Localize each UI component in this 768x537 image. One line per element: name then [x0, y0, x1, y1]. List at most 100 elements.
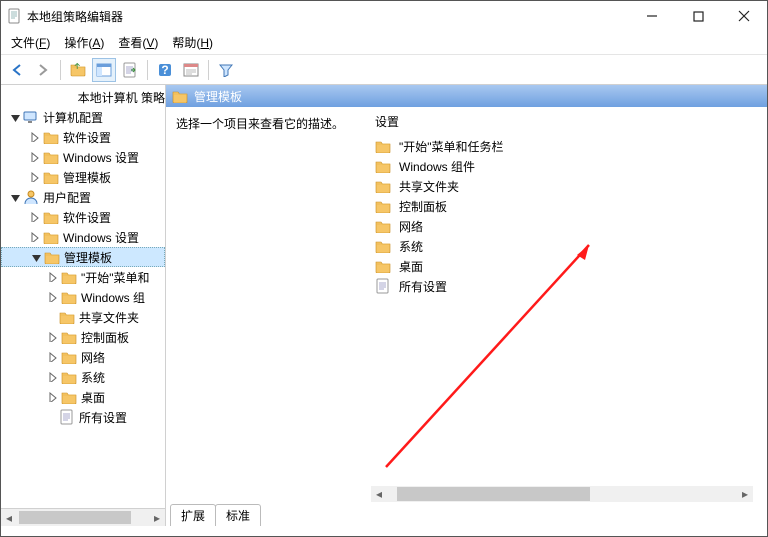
folder-icon [43, 130, 59, 144]
expand-icon[interactable] [9, 111, 21, 123]
tree-item[interactable]: "开始"菜单和 [1, 267, 165, 287]
folder-icon [375, 159, 391, 173]
tree-item[interactable]: Windows 组 [1, 287, 165, 307]
tree-pane: 本地计算机 策略 计算机配置 软件设置 Windows 设置 [1, 85, 166, 526]
list-pane: 设置 "开始"菜单和任务栏 Windows 组件 共享文件夹 控制面板 网络 系… [371, 107, 767, 504]
list-item[interactable]: 桌面 [375, 256, 763, 276]
expand-icon[interactable] [29, 151, 41, 163]
hint-text: 选择一个项目来查看它的描述。 [176, 117, 344, 131]
collapse-icon[interactable] [30, 251, 42, 263]
expand-icon[interactable] [47, 371, 59, 383]
list-item-system[interactable]: 系统 [375, 236, 763, 256]
expand-icon[interactable] [47, 271, 59, 283]
titlebar: 本地组策略编辑器 [1, 1, 767, 31]
folder-icon [43, 230, 59, 244]
expand-icon[interactable] [9, 191, 21, 203]
window: 本地组策略编辑器 文件(F) 操作(A) 查看(V) 帮助(H) ? 本 [0, 0, 768, 537]
expand-icon[interactable] [29, 131, 41, 143]
list-item[interactable]: 网络 [375, 216, 763, 236]
scroll-right-icon[interactable]: ▸ [737, 486, 753, 502]
forward-button[interactable] [31, 58, 55, 82]
back-button[interactable] [5, 58, 29, 82]
breadcrumb: 管理模板 [166, 85, 767, 107]
scroll-left-icon[interactable]: ◂ [371, 486, 387, 502]
tree-item[interactable]: 软件设置 [1, 207, 165, 227]
expand-icon[interactable] [47, 351, 59, 363]
tree-item[interactable]: 桌面 [1, 387, 165, 407]
folder-icon [375, 239, 391, 253]
description-pane: 选择一个项目来查看它的描述。 [166, 107, 371, 504]
tree-item[interactable]: 网络 [1, 347, 165, 367]
tabstrip: 扩展 标准 [166, 504, 767, 526]
help-button[interactable]: ? [153, 58, 177, 82]
svg-text:?: ? [161, 63, 168, 77]
folder-icon [43, 210, 59, 224]
column-header[interactable]: 设置 [375, 113, 763, 130]
tab-extended[interactable]: 扩展 [170, 504, 216, 526]
tree-scrollbar[interactable]: ◂ ▸ [1, 508, 165, 526]
list-item[interactable]: 控制面板 [375, 196, 763, 216]
toolbar: ? [1, 55, 767, 85]
filter-button[interactable] [214, 58, 238, 82]
folder-icon [61, 350, 77, 364]
folder-icon [172, 89, 188, 103]
menu-action[interactable]: 操作(A) [64, 34, 104, 51]
up-button[interactable] [66, 58, 90, 82]
list-scrollbar[interactable]: ◂ ▸ [371, 486, 753, 502]
expand-icon[interactable] [47, 291, 59, 303]
menubar: 文件(F) 操作(A) 查看(V) 帮助(H) [1, 31, 767, 55]
user-icon [23, 189, 39, 205]
page-icon [375, 278, 391, 294]
tree-item[interactable]: Windows 设置 [1, 227, 165, 247]
tree-item[interactable]: 控制面板 [1, 327, 165, 347]
tree-computer[interactable]: 计算机配置 [1, 107, 165, 127]
expand-icon[interactable] [47, 331, 59, 343]
tab-standard[interactable]: 标准 [215, 504, 261, 526]
tree-root[interactable]: 本地计算机 策略 [1, 87, 165, 107]
folder-icon [61, 270, 77, 284]
minimize-button[interactable] [629, 1, 675, 31]
tree-item[interactable]: 所有设置 [1, 407, 165, 427]
list-item[interactable]: 所有设置 [375, 276, 763, 296]
folder-icon [61, 390, 77, 404]
expand-icon[interactable] [29, 231, 41, 243]
tree-user[interactable]: 用户配置 [1, 187, 165, 207]
menu-file[interactable]: 文件(F) [11, 34, 50, 51]
scroll-right-icon[interactable]: ▸ [149, 509, 165, 526]
show-tree-button[interactable] [92, 58, 116, 82]
page-icon [59, 409, 75, 425]
folder-icon [61, 330, 77, 344]
close-button[interactable] [721, 1, 767, 31]
folder-icon [61, 370, 77, 384]
menu-view[interactable]: 查看(V) [118, 34, 158, 51]
folder-icon [375, 179, 391, 193]
list-item[interactable]: 共享文件夹 [375, 176, 763, 196]
list-item[interactable]: Windows 组件 [375, 156, 763, 176]
list-item[interactable]: "开始"菜单和任务栏 [375, 136, 763, 156]
window-title: 本地组策略编辑器 [27, 8, 629, 25]
breadcrumb-label: 管理模板 [194, 88, 242, 105]
statusbar [1, 526, 767, 536]
expand-icon[interactable] [29, 211, 41, 223]
right-pane: 管理模板 选择一个项目来查看它的描述。 设置 "开始"菜单和任务栏 Window… [166, 85, 767, 526]
detail: 选择一个项目来查看它的描述。 设置 "开始"菜单和任务栏 Windows 组件 … [166, 107, 767, 504]
menu-help[interactable]: 帮助(H) [172, 34, 213, 51]
body: 本地计算机 策略 计算机配置 软件设置 Windows 设置 [1, 85, 767, 526]
folder-icon [61, 290, 77, 304]
folder-icon [44, 250, 60, 264]
folder-icon [43, 150, 59, 164]
tree-item[interactable]: 系统 [1, 367, 165, 387]
tree-admin-templates[interactable]: 管理模板 [1, 247, 165, 267]
folder-icon [375, 139, 391, 153]
tree-item[interactable]: 共享文件夹 [1, 307, 165, 327]
export-button[interactable] [118, 58, 142, 82]
expand-icon[interactable] [47, 391, 59, 403]
expand-icon[interactable] [29, 171, 41, 183]
folder-icon [375, 259, 391, 273]
properties-button[interactable] [179, 58, 203, 82]
folder-icon [59, 310, 75, 324]
tree[interactable]: 本地计算机 策略 计算机配置 软件设置 Windows 设置 [1, 85, 165, 508]
scroll-left-icon[interactable]: ◂ [1, 509, 17, 526]
maximize-button[interactable] [675, 1, 721, 31]
folder-icon [43, 170, 59, 184]
